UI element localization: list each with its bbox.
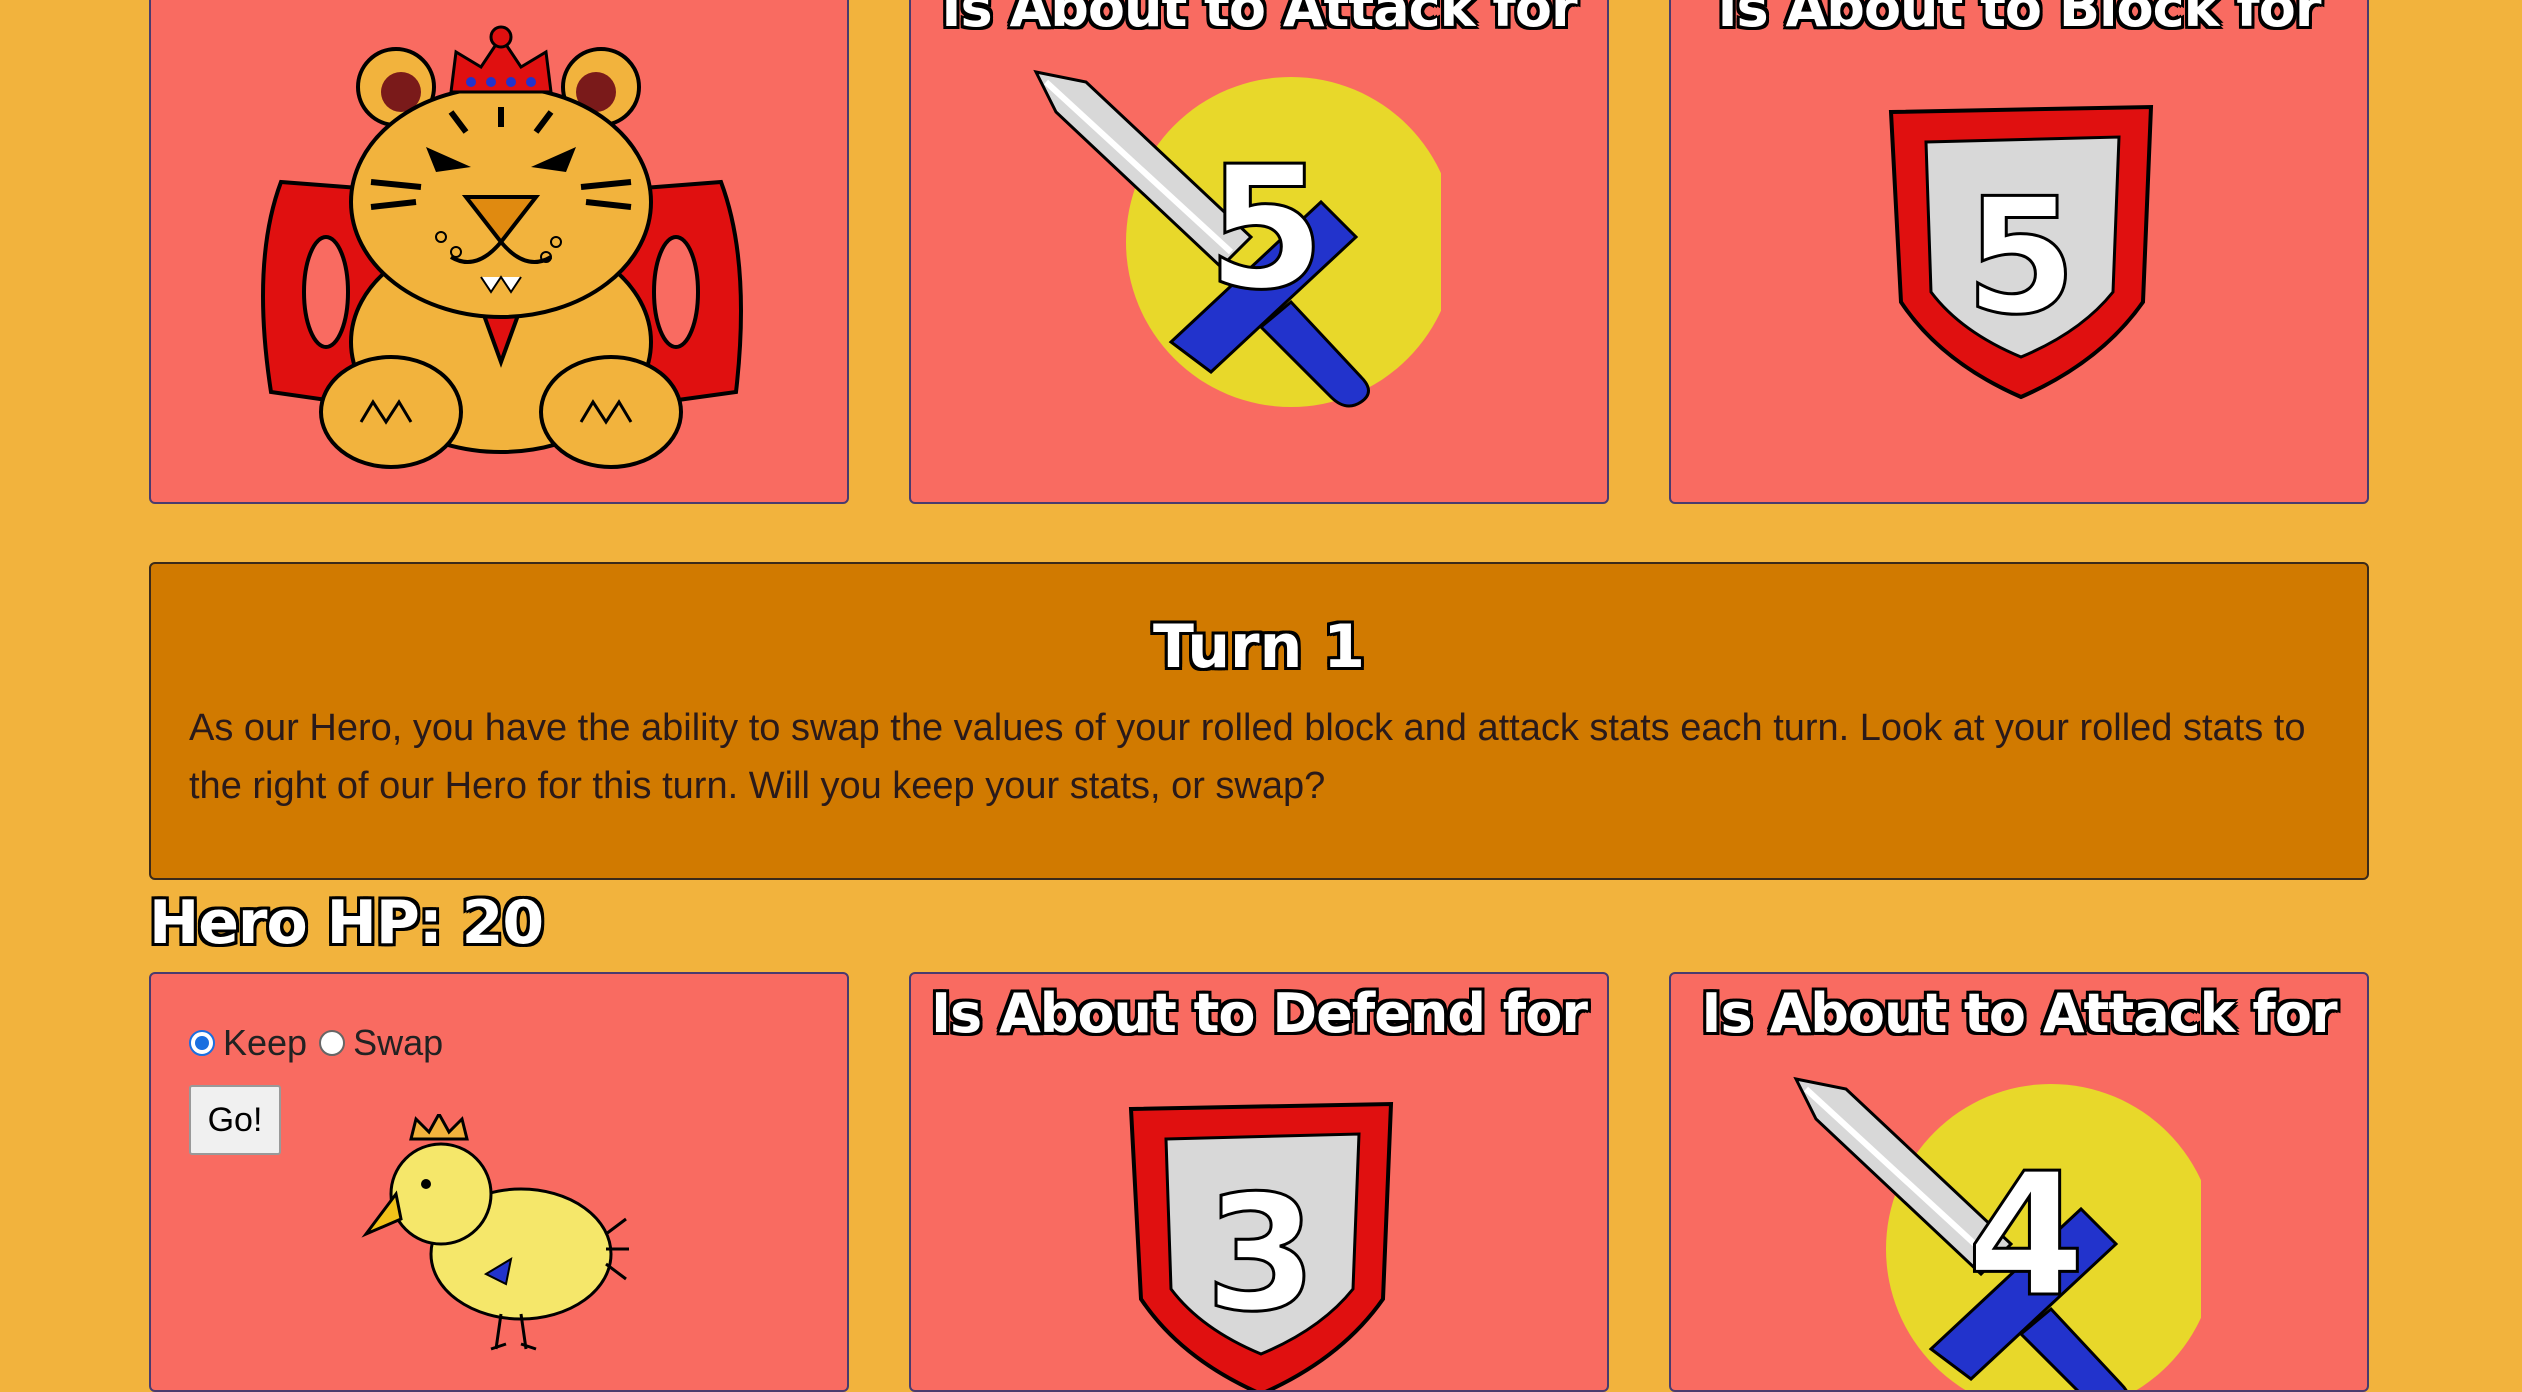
go-button[interactable]: Go! (189, 1085, 281, 1155)
enemy-attack-value: 5 (1207, 130, 1325, 328)
hero-attack-value: 4 (1967, 1137, 2085, 1335)
swap-radio[interactable] (319, 1030, 346, 1056)
turn-title: Turn 1 (1153, 612, 1365, 682)
keep-radio-label[interactable]: Keep (223, 1022, 307, 1064)
hero-attack-card: Is About to Attack for 4 (1669, 972, 2369, 1392)
enemy-attack-title: Is About to Attack for (941, 0, 1577, 39)
turn-info-panel: Turn 1 As our Hero, you have the ability… (149, 562, 2369, 880)
keep-swap-radio-group: Keep Swap (189, 1022, 443, 1064)
sword-icon: 4 (1793, 1076, 2201, 1390)
hero-defend-card: Is About to Defend for 3 (909, 972, 1609, 1392)
shield-icon: 3 (1128, 1101, 1394, 1390)
hero-attack-title: Is About to Attack for (1701, 982, 2337, 1045)
king-tiger-icon (261, 25, 743, 469)
hero-controls-card: Keep Swap Go! (149, 972, 849, 1392)
turn-description: As our Hero, you have the ability to swa… (189, 707, 2306, 807)
enemy-block-card: Is About to Block for 5 (1669, 0, 2369, 504)
hero-hp-label: Hero HP: 20 (149, 888, 544, 958)
enemy-portrait-card (149, 0, 849, 504)
shield-icon: 5 (1888, 104, 2154, 400)
hero-defend-title: Is About to Defend for (930, 982, 1588, 1045)
enemy-block-value: 5 (1965, 163, 2076, 350)
keep-radio[interactable] (189, 1030, 215, 1056)
enemy-block-title: Is About to Block for (1717, 0, 2321, 39)
enemy-attack-card: Is About to Attack for 5 (909, 0, 1609, 504)
chick-hero-icon (361, 1114, 629, 1351)
hero-defend-value: 3 (1205, 1160, 1316, 1347)
sword-icon: 5 (1033, 69, 1441, 408)
swap-radio-label[interactable]: Swap (353, 1022, 443, 1064)
